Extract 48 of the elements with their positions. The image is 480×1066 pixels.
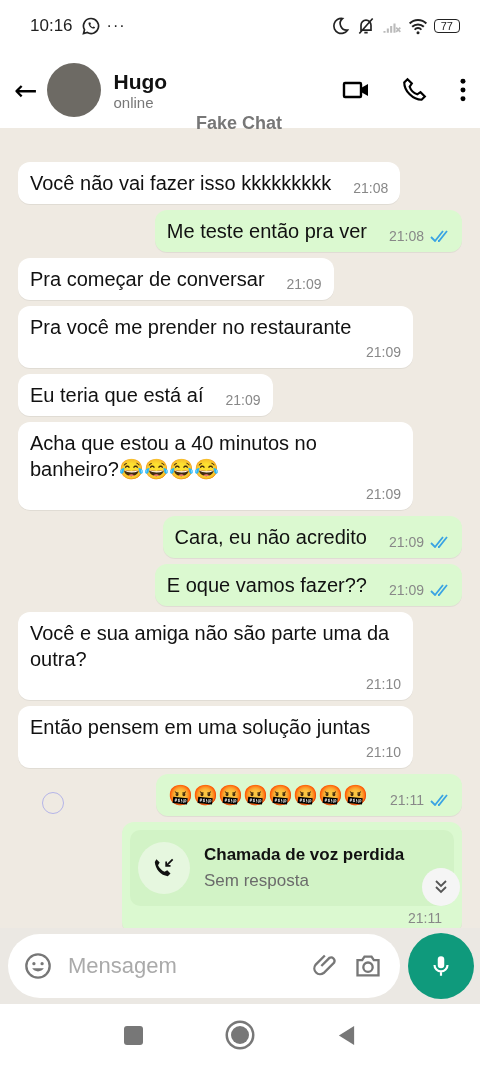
watermark-label: Fake Chat [196, 113, 283, 134]
message-text: 🤬🤬🤬🤬🤬🤬🤬🤬 [168, 783, 368, 808]
double-check-icon [430, 584, 450, 596]
call-title: Chamada de voz perdida [204, 845, 405, 865]
chat-bubble-icon [80, 16, 101, 36]
battery-level: 77 [433, 19, 460, 33]
recents-button[interactable] [124, 1025, 143, 1045]
message-time: 21:08 [388, 228, 424, 244]
contact-status: online [113, 93, 155, 111]
back-triangle-icon[interactable] [337, 1024, 356, 1046]
contact-name[interactable]: Hugo [113, 69, 168, 94]
notification-more: ··· [106, 17, 126, 35]
message-time: 21:10 [365, 676, 401, 692]
message-time: 21:09 [225, 392, 261, 408]
message-text: Me teste então pra ver [166, 219, 367, 244]
call-subtitle: Sem resposta [204, 871, 310, 891]
message-text: Eu teria que está aí [30, 383, 204, 408]
message-text: Cara, eu não acredito [174, 525, 367, 550]
message-text: E oque vamos fazer?? [166, 573, 367, 598]
phone-icon[interactable] [400, 77, 428, 103]
message-time: 21:09 [365, 486, 401, 502]
message-time: 21:11 [390, 792, 424, 808]
message-time: 21:09 [365, 344, 401, 360]
avatar-placeholder[interactable] [47, 63, 102, 117]
double-check-icon [430, 230, 450, 242]
message-text: Então pensem em uma solução juntas [30, 715, 371, 740]
message-time: 21:08 [353, 180, 389, 196]
message-time: 21:09 [388, 582, 424, 598]
message-field[interactable]: Mensagem [8, 934, 400, 998]
message-time: 21:10 [365, 744, 401, 760]
wifi-icon [407, 16, 428, 36]
call-card[interactable]: Chamada de voz perdida Sem resposta [130, 830, 454, 906]
missed-call-icon [138, 842, 190, 894]
message-time: 21:09 [286, 276, 322, 292]
message-time: 21:11 [408, 910, 442, 926]
double-check-icon [430, 536, 450, 548]
more-options-icon[interactable] [458, 77, 468, 103]
back-button[interactable]: ← [8, 73, 44, 107]
double-check-icon [430, 794, 450, 806]
message-text: Você e sua amiga não são parte uma da outra? [30, 621, 391, 672]
emoji-icon[interactable] [24, 952, 52, 980]
message-text: Acha que estou a 40 minutos no banheiro?😂😂😂😂 [30, 431, 318, 482]
message-text: Pra você me prender no restaurante [30, 315, 352, 340]
message-text: Pra começar de conversar [30, 267, 265, 292]
message-time: 21:09 [388, 534, 424, 550]
message-input[interactable]: Mensagem [66, 952, 298, 980]
status-time: 10:16 [30, 16, 73, 36]
message-text: Você não vai fazer isso kkkkkkkkk [30, 171, 332, 196]
